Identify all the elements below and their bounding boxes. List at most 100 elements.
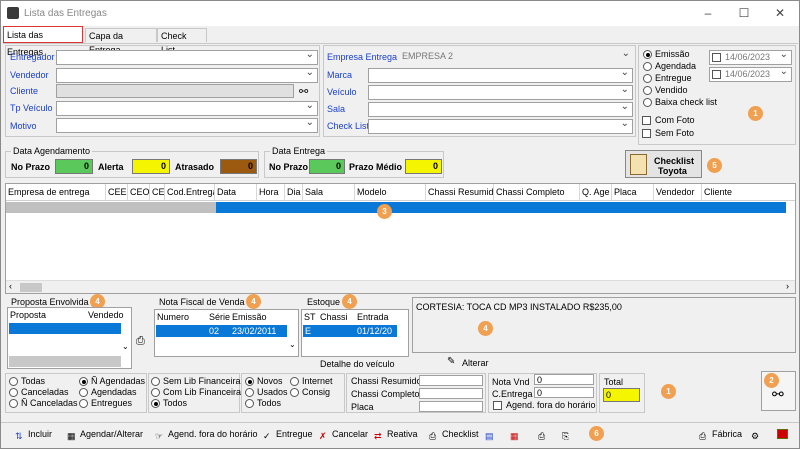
placa-input[interactable] [419,401,483,412]
grid-col-0[interactable]: Empresa de entrega [6,184,106,200]
todos-fin-radio[interactable] [151,399,160,408]
consig-radio[interactable] [290,388,299,397]
grid-col-10[interactable]: Chassi Resumido [426,184,494,200]
novos-radio[interactable] [245,377,254,386]
n-canceladas-radio[interactable] [9,399,18,408]
cancelar-button[interactable]: ✗ Cancelar [319,429,368,441]
nota-scroll-down-icon[interactable]: ⌄ [289,340,296,349]
scroll-left-icon[interactable]: ‹ [9,281,12,291]
scroll-thumb[interactable] [20,283,42,292]
grid-col-4[interactable]: Cod.Entrega [165,184,215,200]
sem-lib-radio[interactable] [151,377,160,386]
todas-radio[interactable] [9,377,18,386]
usados-radio[interactable] [245,388,254,397]
close-button[interactable]: ✕ [770,5,790,21]
calendar-report-button[interactable]: ▦ [510,429,523,441]
printer-icon[interactable]: ⎙ [136,335,145,348]
entregador-select[interactable] [56,48,318,65]
fabrica-button[interactable]: ⎙ Fábrica [699,429,742,441]
proposta-row-selected[interactable] [9,323,121,334]
com-lib-radio[interactable] [151,388,160,397]
entregues-radio[interactable] [79,399,88,408]
detalhe-veiculo-link[interactable]: Detalhe do veículo [320,359,395,369]
com-foto-checkbox[interactable] [642,116,651,125]
gear-icon: ⚙ [751,431,760,441]
date-to-checkbox[interactable] [712,70,721,79]
agendada-radio[interactable] [643,62,652,71]
grid-col-11[interactable]: Chassi Completo [494,184,580,200]
reativa-button[interactable]: ⇄ Reativa [374,429,418,441]
motivo-select[interactable] [56,116,318,133]
grid-col-13[interactable]: Placa [612,184,654,200]
nota-title: Nota Fiscal de Venda [159,297,245,307]
vendido-radio[interactable] [643,86,652,95]
entregue-radio[interactable] [643,74,652,83]
sem-lib-label: Sem Lib Financeira [163,376,241,386]
grid-col-6[interactable]: Hora [257,184,285,200]
grid-col-12[interactable]: Q. Age [580,184,612,200]
veiculo-select[interactable] [368,83,633,100]
checklist-toyota-button[interactable]: Checklist Toyota [625,150,702,178]
estoque-row-selected[interactable]: E 01/12/20 [303,325,397,337]
grid-col-2[interactable]: CEO [128,184,150,200]
emissao-radio[interactable] [643,50,652,59]
grid-col-15[interactable]: Cliente [702,184,795,200]
grid-col-8[interactable]: Sala [303,184,355,200]
exit-button[interactable] [777,429,790,439]
agend-fora-button[interactable]: ☞ Agend. fora do horário [155,429,258,441]
grid-col-7[interactable]: Dia [285,184,303,200]
tp-veiculo-select[interactable] [56,99,318,116]
agend-fora-checkbox[interactable] [493,401,502,410]
observacao-text[interactable]: CORTESIA: TOCA CD MP3 INSTALADO R$235,00 [412,297,796,353]
minimize-button[interactable]: – [698,5,718,21]
proposta-scroll-down-icon[interactable]: ⌄ [122,342,129,351]
tab-lista-entregas[interactable]: Lista das Entregas [3,26,83,57]
date-to-picker[interactable]: 14/06/2023 [709,65,792,82]
grid-col-9[interactable]: Modelo [355,184,426,200]
grid-row-gray[interactable] [6,202,216,213]
agendadas-radio[interactable] [79,388,88,397]
chassi-resumido-input[interactable] [419,375,483,386]
grid-col-1[interactable]: CEE [106,184,128,200]
agendar-button[interactable]: ▦ Agendar/Alterar [67,429,143,441]
settings-button[interactable]: ⚙ [751,429,764,441]
sala-select[interactable] [368,100,633,117]
incluir-button[interactable]: ⇅ Incluir [15,429,52,441]
print-preview-button[interactable]: ⎘ [562,429,575,441]
marca-select[interactable] [368,66,633,83]
grid-row-selected[interactable] [216,202,786,213]
binoculars-icon[interactable]: ⚯ [299,85,308,98]
canceladas-radio[interactable] [9,388,18,397]
todos-tipo-radio[interactable] [245,399,254,408]
tab-check-list[interactable]: Check List [157,28,207,55]
baixa-checklist-radio[interactable] [643,98,652,107]
edit-icon[interactable]: ✎ [447,356,455,367]
nota-row-selected[interactable]: 02 23/02/2011 [156,325,287,337]
grid-hscrollbar[interactable]: ‹ › [6,280,795,293]
cliente-input[interactable] [56,84,294,98]
date-from-picker[interactable]: 14/06/2023 [709,48,792,65]
maximize-button[interactable]: ☐ [734,5,754,21]
internet-radio[interactable] [290,377,299,386]
entregue-button[interactable]: ✓ Entregue [263,429,313,441]
empresa-entrega-select[interactable]: EMPRESA 2 [399,47,633,65]
nota-vnd-input[interactable]: 0 [534,374,594,385]
grid-col-3[interactable]: CE [150,184,165,200]
c-entrega-input[interactable]: 0 [534,387,594,398]
checklist-button[interactable]: ⎙ Checklist [429,429,479,441]
proposta-row-gray[interactable] [9,356,121,367]
n-agendadas-radio[interactable] [79,377,88,386]
grid-col-14[interactable]: Vendedor [654,184,702,200]
scroll-right-icon[interactable]: › [786,281,789,291]
chassi-completo-input[interactable] [419,388,483,399]
alterar-button[interactable]: Alterar [462,358,489,368]
toolbar-divider [1,422,799,423]
print-button[interactable]: ⎙ [538,429,551,441]
sem-foto-checkbox[interactable] [642,129,651,138]
date-from-checkbox[interactable] [712,53,721,62]
vendedor-select[interactable] [56,66,318,83]
check-list-select[interactable] [368,117,633,134]
grid-col-5[interactable]: Data [215,184,257,200]
tab-capa-entrega[interactable]: Capa da Entrega [85,28,157,55]
report-button[interactable]: ▤ [485,429,498,441]
